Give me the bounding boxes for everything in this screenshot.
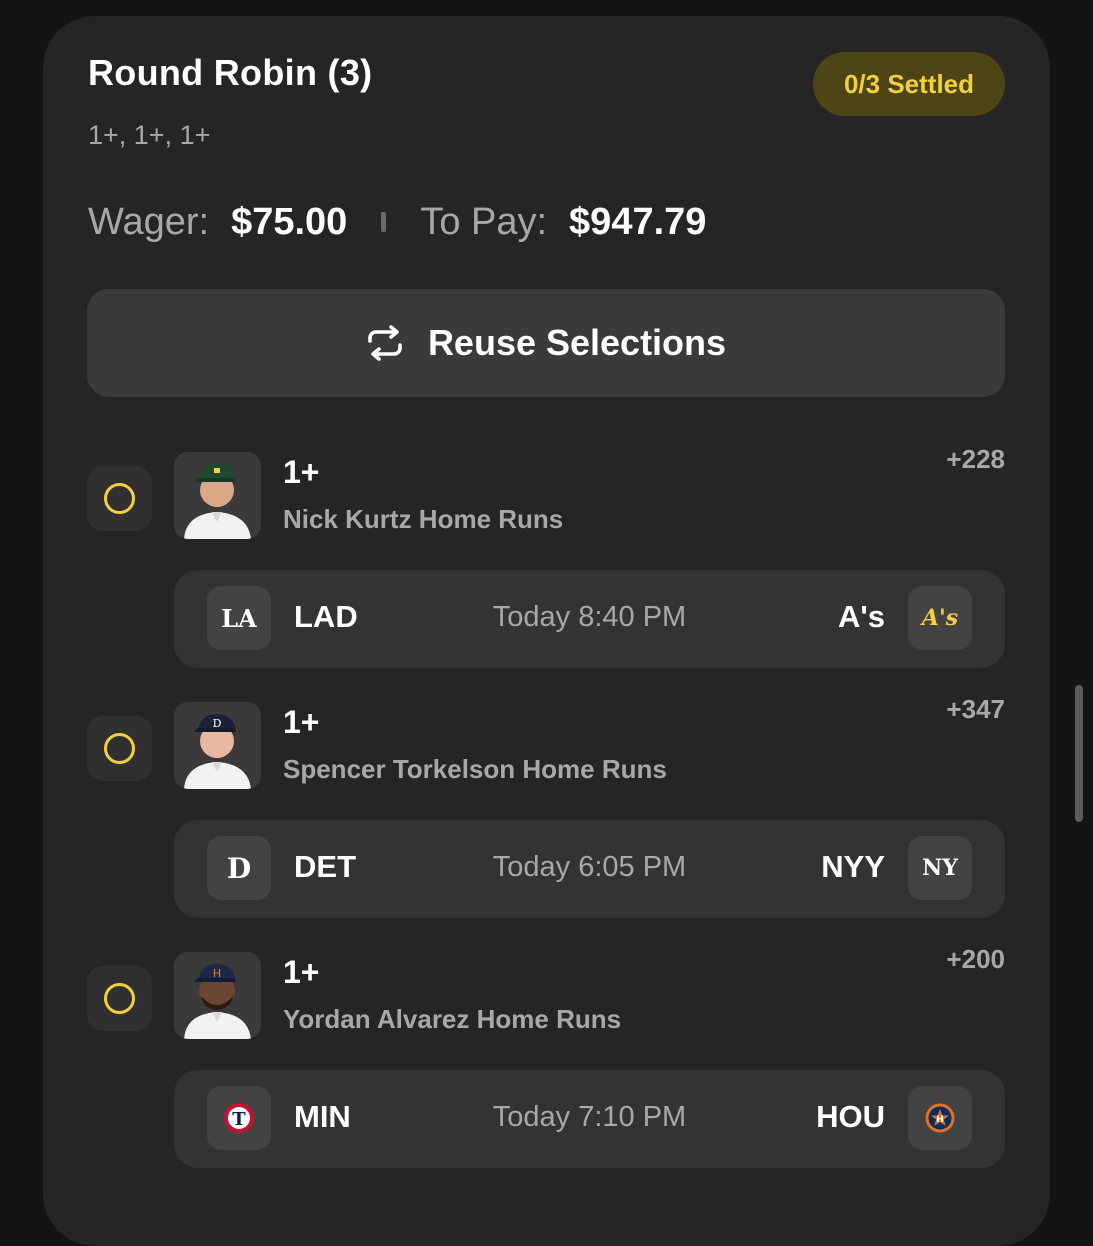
bet-subtitle: 1+, 1+, 1+ <box>88 120 211 150</box>
home-logo-text: H <box>936 1115 944 1125</box>
home-logo-text: A's <box>921 605 959 631</box>
settled-badge: 0/3 Settled <box>813 52 1005 116</box>
pick-line: 1+ <box>283 954 320 990</box>
to-pay-value: $947.79 <box>569 200 707 243</box>
pick-line: 1+ <box>283 454 320 490</box>
home-team: A's <box>838 599 885 634</box>
game-info[interactable]: LA LAD Today 8:40 PM A's A's <box>174 570 1005 668</box>
reuse-selections-label: Reuse Selections <box>427 322 727 363</box>
pick-odds: +228 <box>946 444 1005 474</box>
circle-icon <box>104 983 135 1014</box>
player-avatar: D <box>174 702 261 789</box>
pick-description: Nick Kurtz Home Runs <box>283 504 564 534</box>
home-team: HOU <box>816 1099 885 1134</box>
astros-logo-mark: H <box>925 1103 955 1133</box>
home-team: NYY <box>821 849 885 884</box>
wager-summary: Wager: $75.00 To Pay: $947.79 <box>88 196 706 248</box>
selection-status-toggle[interactable] <box>87 716 152 781</box>
wager-label: Wager: <box>88 200 210 243</box>
pick-odds: +347 <box>946 694 1005 724</box>
reuse-selections-button[interactable]: Reuse Selections <box>87 289 1005 397</box>
pick-odds: +200 <box>946 944 1005 974</box>
yankees-logo-icon: NY <box>908 836 972 900</box>
bet-title: Round Robin (3) <box>88 52 373 93</box>
game-info[interactable]: T MIN Today 7:10 PM HOU H <box>174 1070 1005 1168</box>
divider <box>381 212 387 232</box>
pick-description: Yordan Alvarez Home Runs <box>283 1004 622 1034</box>
selection-row: H 1+ Yordan Alvarez Home Runs +200 T MIN… <box>0 944 1093 1172</box>
to-pay-label: To Pay: <box>420 200 548 243</box>
player-avatar: H <box>174 952 261 1039</box>
repeat-icon <box>368 325 402 361</box>
athletics-logo-icon: A's <box>908 586 972 650</box>
circle-icon <box>104 733 135 764</box>
scrollbar[interactable] <box>1075 685 1083 822</box>
selection-status-toggle[interactable] <box>87 966 152 1031</box>
circle-icon <box>104 483 135 514</box>
pick-description: Spencer Torkelson Home Runs <box>283 754 667 784</box>
wager-value: $75.00 <box>231 200 348 243</box>
pick-line: 1+ <box>283 704 320 740</box>
game-info[interactable]: D DET Today 6:05 PM NYY NY <box>174 820 1005 918</box>
selection-row: D 1+ Spencer Torkelson Home Runs +347 D … <box>0 694 1093 922</box>
home-logo-text: NY <box>922 855 958 881</box>
player-avatar <box>174 452 261 539</box>
selection-status-toggle[interactable] <box>87 466 152 531</box>
astros-logo-icon: H <box>908 1086 972 1150</box>
selection-row: 1+ Nick Kurtz Home Runs +228 LA LAD Toda… <box>0 444 1093 672</box>
